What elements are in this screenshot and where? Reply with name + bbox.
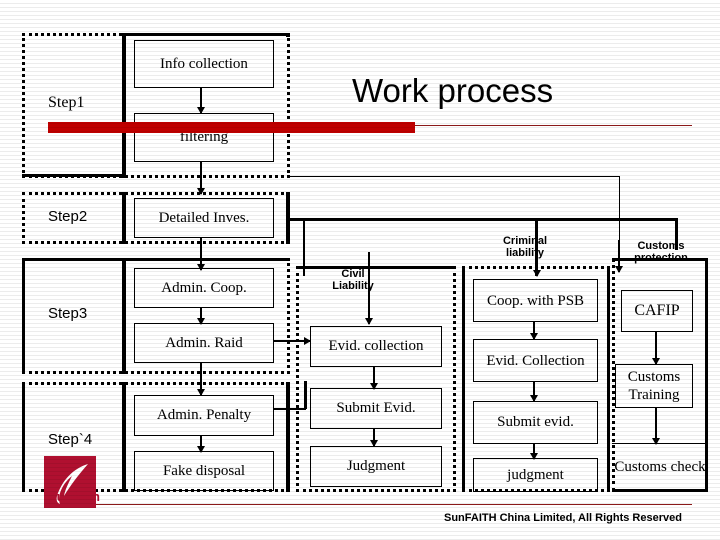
step1-band-divider (122, 33, 126, 178)
criminal-column-label: Criminal liability (488, 235, 562, 259)
node-coop-with-psb[interactable]: Coop. with PSB (473, 279, 598, 322)
slide-canvas: Work process Step1 Info collection filte… (0, 0, 720, 540)
title-accent-bar (48, 122, 415, 133)
civil-label-line1: Civil (341, 268, 365, 280)
node-admin-penalty[interactable]: Admin. Penalty (134, 395, 274, 436)
node-cafip[interactable]: CAFIP (621, 290, 693, 332)
node-admin-coop[interactable]: Admin. Coop. (134, 268, 274, 308)
connector-crim-psb-to-evid (530, 322, 540, 340)
step1-band-bottom-rule (22, 174, 126, 177)
connector-civil-submit-to-judgment (370, 429, 380, 447)
civil-column-label: Civil Liability (318, 268, 388, 292)
connector-civil-evid-to-submit (370, 367, 380, 390)
footer-rule (48, 504, 692, 505)
step2-label: Step2 (48, 208, 88, 225)
step1-band-right-rule (286, 33, 290, 37)
connector-bus-civil (300, 218, 312, 278)
customs-label-line2: protection (634, 252, 688, 264)
connector-penalty-to-fake-disposal (197, 436, 207, 453)
node-fake-disposal[interactable]: Fake disposal (134, 451, 274, 491)
node-judgment-criminal[interactable]: judgment (473, 458, 598, 492)
connector-detailed-to-admin-coop (197, 238, 207, 271)
title-accent-rule (415, 125, 692, 126)
node-filtering[interactable]: filtering (134, 113, 274, 162)
connector-crim-submit-to-judgment (530, 444, 540, 460)
step4-band-divider (122, 382, 126, 492)
connector-filtering-to-detailed (197, 162, 207, 195)
step4-label: Step`4 (48, 431, 93, 448)
customs-label-line1: Customs (637, 240, 685, 252)
page-title: Work process (352, 72, 554, 109)
node-evid-collection-civil[interactable]: Evid. collection (310, 326, 442, 367)
customs-column-label: Customs protection (623, 240, 699, 264)
step1-label: Step1 (48, 94, 85, 111)
node-customs-check[interactable]: Customs check (612, 443, 708, 490)
connector-admin-raid-to-evid (274, 336, 311, 348)
civil-label-line2: Liability (332, 280, 374, 292)
step3-band-divider (122, 258, 126, 374)
node-admin-raid[interactable]: Admin. Raid (134, 323, 274, 363)
step1-band-top-rule (122, 33, 290, 36)
connector-info-to-filtering (197, 88, 207, 114)
step3-band-left-rule (22, 258, 25, 374)
connector-penalty-to-submit-evid (274, 381, 314, 417)
node-info-collection[interactable]: Info collection (134, 40, 274, 88)
criminal-label-line1: Criminal (502, 235, 547, 247)
footer-copyright: SunFAITH China Limited, All Rights Reser… (444, 512, 682, 524)
step4-band-right-divider (286, 382, 290, 492)
connector-admin-raid-to-penalty (197, 363, 207, 396)
criminal-column-right-rule (607, 266, 610, 492)
connector-training-to-check (652, 408, 662, 445)
criminal-label-line2: liability (506, 247, 544, 259)
node-judgment-civil[interactable]: Judgment (310, 446, 442, 487)
step2-band-divider (122, 192, 126, 244)
connector-cafip-to-training (652, 332, 662, 365)
criminal-column-left-rule (462, 266, 465, 492)
node-evid-collection-criminal[interactable]: Evid. Collection (473, 339, 598, 382)
connector-crim-evid-to-submit (530, 382, 540, 402)
node-customs-training[interactable]: Customs Training (615, 364, 693, 408)
step4-band-left-rule (22, 382, 25, 492)
node-submit-evid-criminal[interactable]: Submit evid. (473, 401, 598, 444)
node-detailed-inves[interactable]: Detailed Inves. (134, 198, 274, 238)
step3-band-top-rule (22, 258, 290, 261)
logo-wordmark: Sunfaith (48, 489, 100, 504)
step3-label: Step3 (48, 305, 88, 322)
connector-admin-coop-to-raid (197, 308, 207, 325)
node-submit-evid-civil[interactable]: Submit Evid. (310, 388, 442, 429)
